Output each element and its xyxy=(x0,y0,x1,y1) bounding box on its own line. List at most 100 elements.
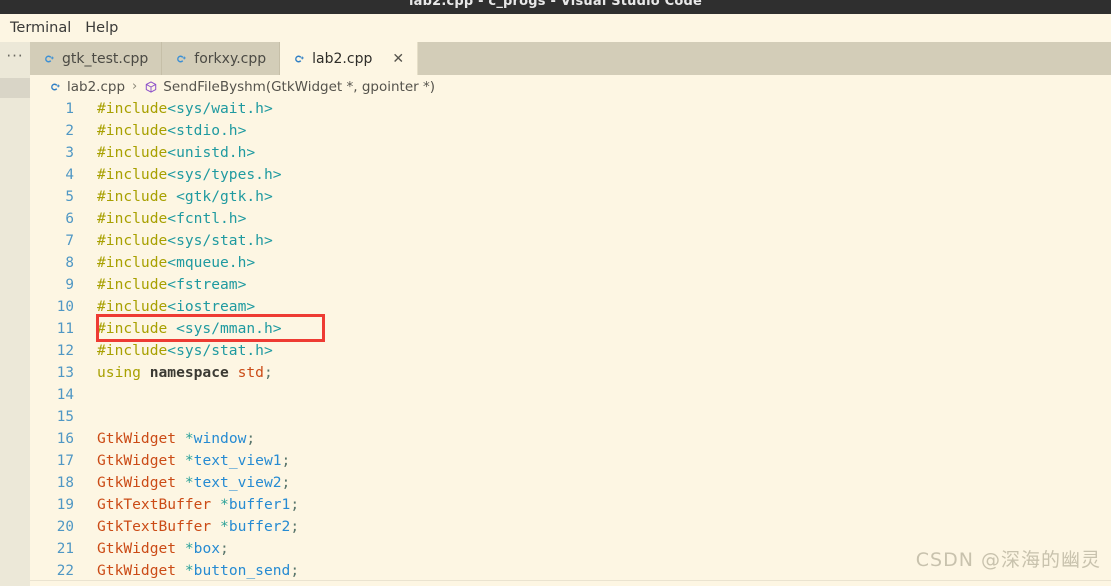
code-text: #include<fcntl.h> xyxy=(86,208,246,230)
code-line: 7 #include<sys/stat.h> xyxy=(30,230,299,252)
code-line: 12 #include<sys/stat.h> xyxy=(30,340,299,362)
code-token: #include xyxy=(97,232,168,249)
vscode-window: lab2.cpp - c_progs - Visual Studio Code … xyxy=(0,0,1111,586)
code-text: GtkWidget *box; xyxy=(86,538,229,560)
line-number: 4 xyxy=(65,167,74,183)
line-number: 17 xyxy=(56,453,74,469)
watermark: CSDN @深海的幽灵 xyxy=(915,549,1101,571)
code-line: 14 xyxy=(30,384,299,406)
editor-bottom-strip xyxy=(0,581,1111,586)
code-text: #include<unistd.h> xyxy=(86,142,255,164)
code-token: ; xyxy=(290,562,300,579)
menu-item-terminal[interactable]: Terminal xyxy=(3,18,78,38)
code-token: ; xyxy=(220,540,229,557)
code-line: 9 #include<fstream> xyxy=(30,274,299,296)
line-number: 16 xyxy=(56,431,74,447)
line-number: 6 xyxy=(65,211,74,227)
code-token: <sys/wait.h> xyxy=(167,100,273,117)
code-token: #include xyxy=(97,144,168,161)
code-text: #include<stdio.h> xyxy=(86,120,246,142)
code-token: #include xyxy=(97,122,168,139)
line-number: 22 xyxy=(56,563,74,579)
code-token: ; xyxy=(281,452,291,469)
tab-gtk-test-cpp[interactable]: gtk_test.cpp xyxy=(30,42,163,75)
line-number: 18 xyxy=(56,475,74,491)
code-line: 4 #include<sys/types.h> xyxy=(30,164,299,186)
code-token: #include xyxy=(97,254,168,271)
tab-forkxy-cpp[interactable]: forkxy.cpp xyxy=(162,42,281,75)
code-line: 22 GtkWidget *button_send; xyxy=(30,560,299,580)
code-token: <sys/stat.h> xyxy=(167,232,273,249)
code-text: GtkWidget *window; xyxy=(86,428,255,450)
line-number: 11 xyxy=(56,321,74,337)
editor-tab-bar: ··· gtk_test.cpp forkxy.cpp lab2.cpp ✕ xyxy=(0,42,1111,75)
code-token: buffer2 xyxy=(228,518,291,535)
chevron-right-icon: › xyxy=(132,79,138,94)
code-line: 2 #include<stdio.h> xyxy=(30,120,299,142)
code-text: #include<sys/types.h> xyxy=(86,164,282,186)
code-token: text_view2 xyxy=(193,474,282,491)
close-icon[interactable]: ✕ xyxy=(392,52,404,66)
code-token: window xyxy=(193,430,247,447)
code-line: 19 GtkTextBuffer *buffer1; xyxy=(30,494,299,516)
code-token: #include xyxy=(97,342,168,359)
code-token: GtkWidget xyxy=(97,474,185,491)
code-text: #include<sys/stat.h> xyxy=(86,230,273,252)
code-line: 6 #include<fcntl.h> xyxy=(30,208,299,230)
code-text: using namespace std; xyxy=(86,362,273,384)
code-token: #include xyxy=(97,100,168,117)
breadcrumb-file[interactable]: lab2.cpp xyxy=(67,79,125,95)
code-line: 11 #include <sys/mman.h> xyxy=(30,318,299,340)
breadcrumb-symbol[interactable]: SendFileByshm(GtkWidget *, gpointer *) xyxy=(163,79,435,95)
line-number: 10 xyxy=(56,299,74,315)
code-editor[interactable]: 1 #include<sys/wait.h> 2 #include<stdio.h> 3… xyxy=(30,98,1111,580)
tab-label: lab2.cpp xyxy=(312,50,373,67)
code-token: * xyxy=(220,518,229,535)
code-line: 21 GtkWidget *box; xyxy=(30,538,299,560)
code-token: #include xyxy=(97,166,168,183)
code-token: <sys/mman.h> xyxy=(176,320,282,337)
tab-lab2-cpp[interactable]: lab2.cpp ✕ xyxy=(280,42,419,75)
code-token: <sys/stat.h> xyxy=(167,342,273,359)
code-token: <fcntl.h> xyxy=(167,210,247,227)
menu-item-help[interactable]: Help xyxy=(78,18,125,38)
code-token: ; xyxy=(246,430,256,447)
code-token: ; xyxy=(290,518,300,535)
cpp-file-icon xyxy=(292,52,306,66)
code-token: <gtk/gtk.h> xyxy=(176,188,273,205)
code-text: #include<sys/wait.h> xyxy=(86,98,273,120)
breadcrumb: lab2.cpp › SendFileByshm(GtkWidget *, gp… xyxy=(30,75,1111,98)
activity-bar-block xyxy=(0,78,30,98)
code-text: GtkWidget *text_view2; xyxy=(86,472,290,494)
code-token: * xyxy=(184,562,194,579)
tab-label: forkxy.cpp xyxy=(194,50,267,67)
line-number: 7 xyxy=(65,233,74,249)
line-number: 5 xyxy=(65,189,74,205)
code-token: text_view1 xyxy=(193,452,282,469)
code-text: #include <gtk/gtk.h> xyxy=(86,186,273,208)
code-token: buffer1 xyxy=(228,496,291,513)
code-text: #include<fstream> xyxy=(86,274,246,296)
code-line: 13 using namespace std; xyxy=(30,362,299,384)
code-token: <fstream> xyxy=(167,276,247,293)
code-token: std xyxy=(237,364,264,381)
code-token: button_send xyxy=(193,562,291,579)
tabs-overflow-icon[interactable]: ··· xyxy=(0,42,30,75)
code-text: GtkTextBuffer *buffer1; xyxy=(86,494,299,516)
line-number: 3 xyxy=(65,145,74,161)
code-token: #include xyxy=(97,276,168,293)
code-token: <iostream> xyxy=(167,298,256,315)
code-text: #include <sys/mman.h> xyxy=(86,318,282,340)
code-token: <sys/types.h> xyxy=(167,166,282,183)
code-text: GtkTextBuffer *buffer2; xyxy=(86,516,299,538)
cpp-file-icon xyxy=(42,52,56,66)
line-number: 21 xyxy=(56,541,74,557)
line-number: 15 xyxy=(56,409,74,425)
line-number: 8 xyxy=(65,255,74,271)
line-number: 13 xyxy=(56,365,74,381)
code-token: GtkTextBuffer xyxy=(97,496,221,513)
code-line: 10 #include<iostream> xyxy=(30,296,299,318)
code-text: #include<iostream> xyxy=(86,296,255,318)
code-token: * xyxy=(220,496,229,513)
code-token: #include xyxy=(97,210,168,227)
